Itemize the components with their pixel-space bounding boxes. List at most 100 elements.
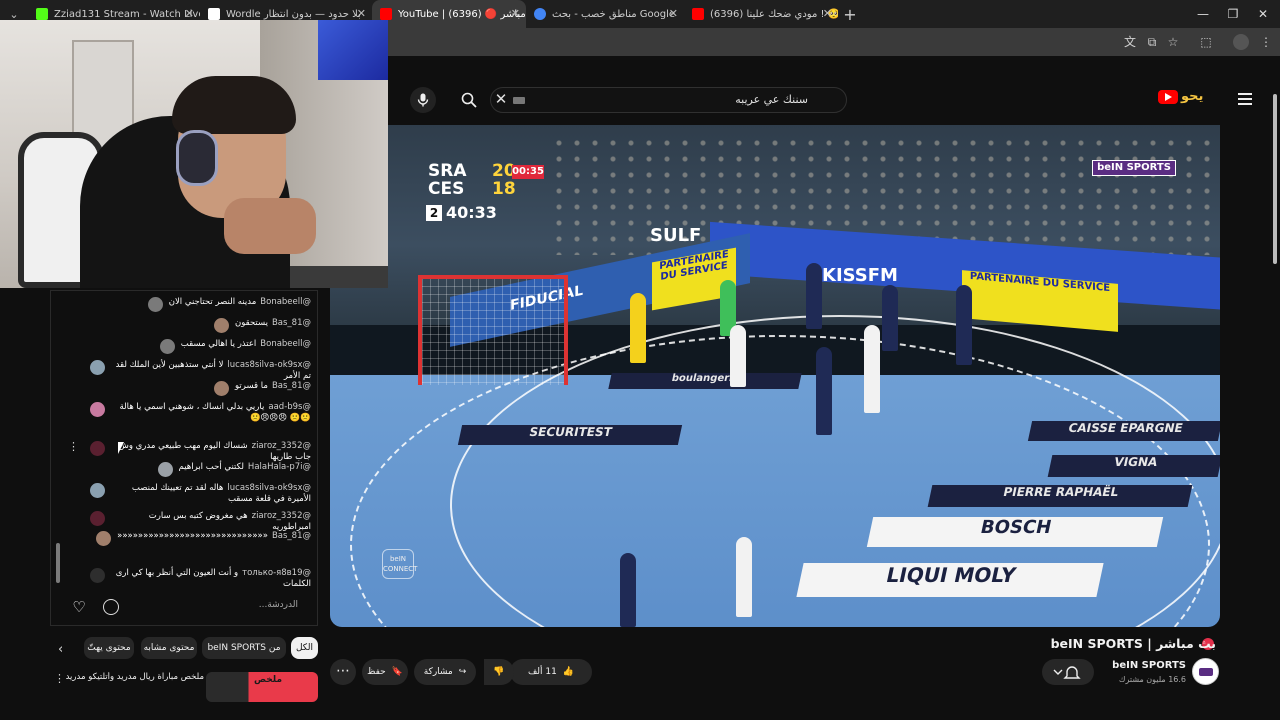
chat-author[interactable]: @только-я8в19 [242, 568, 311, 578]
chat-scrollbar[interactable] [56, 543, 60, 583]
tab-youtube-live[interactable]: YouTube | بث مباشر 🔴 (6396) ✕ [372, 0, 526, 28]
channel-avatar[interactable] [1192, 658, 1219, 685]
avatar[interactable] [159, 339, 175, 354]
chat-author[interactable]: @Bonabeell [260, 339, 311, 349]
court-ad-raphael: PIERRE RAPHAËL [927, 485, 1193, 507]
thumbs-up-icon: 👍 [562, 667, 575, 677]
chevron-left-icon[interactable]: ‹ [58, 642, 72, 658]
court-ad-boulangerie: boulangerie [608, 373, 802, 389]
more-actions-button[interactable]: ⋯ [330, 659, 356, 685]
profile-avatar[interactable] [1233, 34, 1249, 50]
ad-kissfm-text: KISSFM [822, 265, 898, 286]
page-scroll-thumb[interactable] [1273, 94, 1277, 264]
close-icon[interactable]: ✕ [669, 7, 678, 20]
streamer-hair [172, 76, 296, 134]
new-tab-button[interactable]: + [838, 5, 862, 24]
chat-author[interactable]: @HalaHala-p7i [248, 462, 311, 472]
tab-youtube-video[interactable]: (6396) مودي ضحك علينا ! 🥺💖 ✕ [684, 0, 838, 28]
streamer-hand [224, 198, 316, 254]
message-menu-icon[interactable]: ⋮ [68, 440, 79, 454]
avatar[interactable] [90, 511, 105, 526]
rec-menu-icon[interactable]: ⋮ [54, 672, 65, 686]
shot-clock: 00:35 [512, 165, 544, 179]
chat-input[interactable]: الدردشة... [126, 600, 298, 616]
close-icon[interactable]: ✕ [823, 7, 832, 20]
voice-search-button[interactable] [410, 87, 436, 113]
search-button[interactable] [456, 87, 482, 113]
avatar[interactable] [147, 297, 163, 312]
youtube-logo-icon[interactable] [1158, 90, 1178, 104]
player-navy [816, 347, 832, 435]
share-label: مشاركة [423, 667, 453, 677]
chip-all[interactable]: الكل [291, 637, 318, 659]
ad-sulf-text: SULF [650, 225, 702, 246]
tab-title: Zziad131 Stream - Watch Live o [54, 8, 200, 20]
chat-author[interactable]: @Bonabeell [260, 297, 311, 307]
avatar[interactable] [90, 441, 105, 456]
share-button[interactable]: ↪ مشاركة [414, 659, 476, 685]
emoji-icon[interactable] [103, 599, 119, 615]
chat-author[interactable]: @ziaroz_3352 [252, 511, 311, 521]
tab-title: YouTube | بث مباشر 🔴 (6396) [398, 8, 526, 20]
avatar[interactable] [96, 531, 112, 546]
chat-text: اعتذر يا اهالي مسقب [180, 339, 257, 349]
search-input[interactable]: سننك عي عريبه [490, 87, 847, 113]
bookmark-icon: 🔖 [391, 667, 403, 677]
tab-title: مناطق خصب - بحث Google [552, 8, 676, 20]
avatar[interactable] [157, 462, 173, 477]
avatar[interactable] [214, 318, 230, 333]
rec-badge: ملخص [254, 675, 283, 685]
minimize-button[interactable]: — [1186, 0, 1220, 28]
close-icon[interactable]: ✕ [511, 7, 520, 20]
extensions-icon[interactable]: ⬚ [1198, 34, 1214, 50]
avatar[interactable] [214, 381, 230, 396]
chat-message: @ziaroz_3352هي مغروض كتبه بس سارت امبراط… [90, 511, 311, 533]
dislike-button[interactable]: 👎 [484, 659, 514, 685]
chat-author[interactable]: @Bas_81 [272, 381, 311, 391]
menu-icon[interactable] [1238, 93, 1252, 105]
clear-search-icon[interactable]: ✕ [492, 89, 510, 109]
keyboard [290, 266, 388, 288]
close-window-button[interactable]: ✕ [1246, 0, 1280, 28]
heart-reaction-icon[interactable]: ♡ [70, 598, 88, 616]
chat-author[interactable]: @lucas8silva-ok9sx [227, 360, 311, 370]
avatar[interactable] [90, 568, 105, 583]
cast-icon[interactable]: ⧉ [1144, 34, 1160, 50]
avatar[interactable] [90, 402, 105, 417]
maximize-button[interactable]: ❐ [1216, 0, 1250, 28]
subscribe-bell-button[interactable] [1042, 659, 1094, 685]
chip-related[interactable]: محتوى يهتّ [84, 637, 134, 659]
channel-name[interactable]: beIN SPORTS [1104, 660, 1186, 674]
avatar[interactable] [90, 360, 105, 375]
close-icon[interactable]: ✕ [185, 7, 194, 20]
chip-from-channel[interactable]: من beIN SPORTS [202, 637, 286, 659]
chat-author[interactable]: @Bas_81 [272, 531, 311, 541]
court-ad-bosch: BOSCH [866, 517, 1164, 547]
save-button[interactable]: 🔖 حفظ [362, 659, 408, 685]
chat-text: يستحقون [235, 318, 268, 328]
like-button[interactable]: 👍 11 ألف [510, 659, 592, 685]
avatar[interactable] [90, 483, 105, 498]
chat-text: لكتني أحب ابراهيم [178, 462, 244, 472]
chat-text: مدينه النصر تحتاجني الان [168, 297, 257, 307]
chat-author[interactable]: @aad-b9s [268, 402, 311, 412]
youtube-doodle-logo[interactable]: يحو [1181, 89, 1223, 107]
keyboard-icon[interactable] [513, 97, 525, 104]
close-icon[interactable]: ✕ [357, 7, 366, 20]
video-player[interactable]: FIDUCIAL PARTENAIRE DU SERVICE PARTENAIR… [330, 125, 1220, 627]
chat-author[interactable]: @lucas8silva-ok9sx [227, 483, 311, 493]
room-light [318, 20, 388, 80]
chat-text: ما قسرتو [235, 381, 268, 391]
like-count: 11 ألف [527, 667, 557, 677]
chat-message: @Bas_81 ما قسرتو [214, 381, 311, 396]
bookmark-star-icon[interactable]: ☆ [1165, 34, 1181, 50]
tab-google[interactable]: مناطق خصب - بحث Google ✕ [526, 0, 684, 28]
chip-similar[interactable]: محتوى مشابه [141, 637, 197, 659]
chat-author[interactable]: @ziaroz_3352 [252, 441, 311, 451]
rec-title[interactable]: ملخص مباراة ريال مدريد وأتلتيكو مدريد (3… [66, 672, 204, 686]
chat-author[interactable]: @Bas_81 [272, 318, 311, 328]
browser-menu-icon[interactable]: ⋮ [1258, 34, 1274, 50]
translate-icon[interactable]: 文 [1122, 34, 1138, 50]
half-indicator: 2 [426, 205, 442, 221]
bell-icon [1053, 666, 1081, 679]
